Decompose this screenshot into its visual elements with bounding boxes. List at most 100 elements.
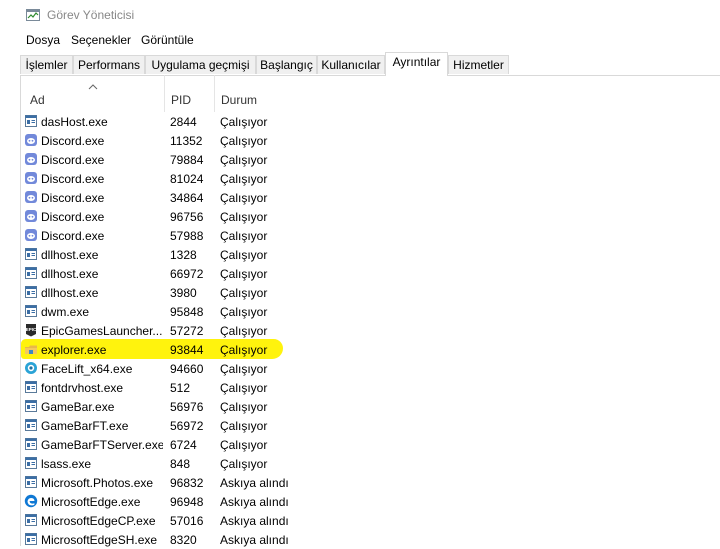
- tab-startup[interactable]: Başlangıç: [256, 55, 317, 74]
- process-status: Çalışıyor: [220, 172, 268, 186]
- process-row[interactable]: dllhost.exe 1328 Çalışıyor: [21, 245, 720, 264]
- process-row[interactable]: Discord.exe 79884 Çalışıyor: [21, 150, 720, 169]
- process-name: dllhost.exe: [41, 267, 99, 281]
- menu-file[interactable]: Dosya: [26, 33, 60, 47]
- process-name: fontdrvhost.exe: [41, 381, 124, 395]
- process-row[interactable]: fontdrvhost.exe 512 Çalışıyor: [21, 378, 720, 397]
- process-status: Çalışıyor: [220, 457, 268, 471]
- discord-icon: [25, 172, 37, 184]
- process-pid: 848: [170, 457, 191, 471]
- process-status: Çalışıyor: [220, 343, 268, 357]
- process-row[interactable]: explorer.exe 93844 Çalışıyor: [21, 340, 720, 359]
- process-status: Çalışıyor: [220, 229, 268, 243]
- process-status: Askıya alındı: [220, 533, 289, 547]
- facelift-icon: [25, 362, 37, 374]
- process-row[interactable]: GameBarFTServer.exe 6724 Çalışıyor: [21, 435, 720, 454]
- process-pid: 512: [170, 381, 191, 395]
- process-row[interactable]: GameBar.exe 56976 Çalışıyor: [21, 397, 720, 416]
- column-pid-header[interactable]: PID: [171, 93, 191, 107]
- process-pid: 57272: [170, 324, 204, 338]
- tab-performance[interactable]: Performans: [73, 55, 145, 74]
- process-name: GameBarFTServer.exe: [41, 438, 163, 452]
- menu-view[interactable]: Görüntüle: [141, 33, 194, 47]
- process-status: Çalışıyor: [220, 305, 268, 319]
- discord-icon: [25, 153, 37, 165]
- process-status: Askıya alındı: [220, 514, 289, 528]
- column-divider[interactable]: [164, 75, 165, 112]
- process-row[interactable]: MicrosoftEdgeSH.exe 8320 Askıya alındı: [21, 530, 720, 549]
- process-pid: 81024: [170, 172, 204, 186]
- process-name: Discord.exe: [41, 191, 105, 205]
- process-pid: 96756: [170, 210, 204, 224]
- process-status: Çalışıyor: [220, 324, 268, 338]
- generic-exe-icon: [25, 115, 37, 127]
- process-status: Çalışıyor: [220, 362, 268, 376]
- process-pid: 2844: [170, 115, 197, 129]
- process-status: Askıya alındı: [220, 495, 289, 509]
- tab-services[interactable]: Hizmetler: [448, 55, 509, 74]
- process-row[interactable]: dasHost.exe 2844 Çalışıyor: [21, 112, 720, 131]
- process-pid: 56972: [170, 419, 204, 433]
- tab-app-history[interactable]: Uygulama geçmişi: [145, 55, 256, 74]
- process-name: Microsoft.Photos.exe: [41, 476, 154, 490]
- process-status: Çalışıyor: [220, 191, 268, 205]
- generic-exe-icon: [25, 476, 37, 488]
- process-name: Discord.exe: [41, 153, 105, 167]
- menu-options[interactable]: Seçenekler: [71, 33, 131, 47]
- process-status: Çalışıyor: [220, 210, 268, 224]
- process-status: Çalışıyor: [220, 248, 268, 262]
- process-status: Çalışıyor: [220, 381, 268, 395]
- tab-details[interactable]: Ayrıntılar: [385, 52, 448, 76]
- process-row[interactable]: GameBarFT.exe 56972 Çalışıyor: [21, 416, 720, 435]
- task-manager-icon: [26, 9, 40, 21]
- edge-icon: [24, 494, 38, 508]
- generic-exe-icon: [25, 533, 37, 545]
- generic-exe-icon: [25, 419, 37, 431]
- process-row[interactable]: MicrosoftEdge.exe 96948 Askıya alındı: [21, 492, 720, 511]
- process-status: Askıya alındı: [220, 476, 289, 490]
- process-name: Discord.exe: [41, 172, 105, 186]
- process-row[interactable]: dllhost.exe 3980 Çalışıyor: [21, 283, 720, 302]
- process-pid: 57016: [170, 514, 204, 528]
- process-pid: 56976: [170, 400, 204, 414]
- process-status: Çalışıyor: [220, 286, 268, 300]
- process-row[interactable]: Discord.exe 96756 Çalışıyor: [21, 207, 720, 226]
- process-pid: 93844: [170, 343, 204, 357]
- process-name: dllhost.exe: [41, 248, 99, 262]
- tab-processes[interactable]: İşlemler: [20, 55, 73, 74]
- svg-text:EPIC: EPIC: [26, 327, 37, 332]
- process-name: lsass.exe: [41, 457, 92, 471]
- process-row[interactable]: Discord.exe 11352 Çalışıyor: [21, 131, 720, 150]
- discord-icon: [25, 191, 37, 203]
- generic-exe-icon: [25, 514, 37, 526]
- process-row[interactable]: Discord.exe 57988 Çalışıyor: [21, 226, 720, 245]
- process-row[interactable]: Discord.exe 34864 Çalışıyor: [21, 188, 720, 207]
- generic-exe-icon: [25, 286, 37, 298]
- process-row[interactable]: Microsoft.Photos.exe 96832 Askıya alındı: [21, 473, 720, 492]
- generic-exe-icon: [25, 267, 37, 279]
- process-row[interactable]: dllhost.exe 66972 Çalışıyor: [21, 264, 720, 283]
- process-row[interactable]: EPIC EpicGamesLauncher.... 57272 Çalışıyor: [21, 321, 720, 340]
- process-name: GameBarFT.exe: [41, 419, 129, 433]
- column-status-header[interactable]: Durum: [221, 93, 257, 107]
- process-row[interactable]: Discord.exe 81024 Çalışıyor: [21, 169, 720, 188]
- process-row[interactable]: MicrosoftEdgeCP.exe 57016 Askıya alındı: [21, 511, 720, 530]
- discord-icon: [25, 229, 37, 241]
- process-name: dasHost.exe: [41, 115, 108, 129]
- process-name: MicrosoftEdgeSH.exe: [41, 533, 158, 547]
- process-pid: 94660: [170, 362, 204, 376]
- process-row[interactable]: lsass.exe 848 Çalışıyor: [21, 454, 720, 473]
- column-divider[interactable]: [214, 75, 215, 112]
- process-status: Çalışıyor: [220, 419, 268, 433]
- process-pid: 79884: [170, 153, 204, 167]
- process-row[interactable]: dwm.exe 95848 Çalışıyor: [21, 302, 720, 321]
- tab-users[interactable]: Kullanıcılar: [317, 55, 385, 74]
- tab-strip: İşlemler Performans Uygulama geçmişi Baş…: [20, 52, 720, 76]
- process-status: Çalışıyor: [220, 400, 268, 414]
- generic-exe-icon: [25, 381, 37, 393]
- details-panel: Ad PID Durum dasHost.exe 2844 Çalışıyor Dis…: [20, 75, 720, 549]
- process-row[interactable]: FaceLift_x64.exe 94660 Çalışıyor: [21, 359, 720, 378]
- column-name-header[interactable]: Ad: [30, 93, 45, 107]
- process-pid: 11352: [170, 134, 203, 148]
- process-status: Çalışıyor: [220, 115, 268, 129]
